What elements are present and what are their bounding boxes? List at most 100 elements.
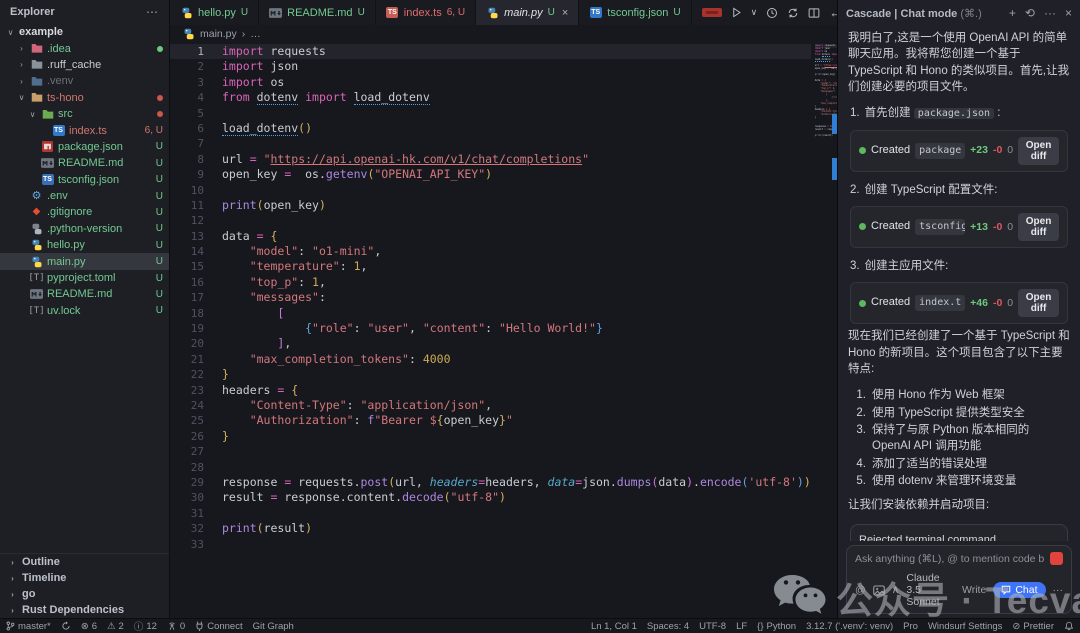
tree-item-tsconfig.json[interactable]: TStsconfig.jsonU: [0, 172, 169, 188]
status-git-graph[interactable]: Git Graph: [253, 621, 294, 632]
sidebar-section-outline[interactable]: ›Outline: [0, 554, 169, 570]
breadcrumb-file[interactable]: main.py: [200, 28, 237, 40]
code-line-31[interactable]: 31: [170, 506, 811, 521]
status-windsurf-settings[interactable]: Windsurf Settings: [928, 621, 1002, 632]
code-line-14[interactable]: 14 "model": "o1-mini",: [170, 244, 811, 259]
chat-input-placeholder[interactable]: Ask anything (⌘L), @ to mention code blo…: [855, 553, 1044, 565]
code-line-15[interactable]: 15 "temperature": 1,: [170, 259, 811, 274]
code-line-30[interactable]: 30result = response.content.decode("utf-…: [170, 490, 811, 505]
code-line-6[interactable]: 6load_dotenv(): [170, 121, 811, 136]
code-line-29[interactable]: 29response = requests.post(url, headers=…: [170, 475, 811, 490]
status-spaces-4[interactable]: Spaces: 4: [647, 621, 689, 632]
code-line-26[interactable]: 26}: [170, 429, 811, 444]
open-diff-button[interactable]: Open diff: [1018, 213, 1059, 241]
tree-item-.venv[interactable]: ›.venv: [0, 73, 169, 89]
status-2[interactable]: ⚠2: [107, 621, 124, 632]
clock-icon[interactable]: [766, 7, 778, 19]
code-line-9[interactable]: 9open_key = os.getenv("OPENAI_API_KEY"): [170, 167, 811, 182]
tree-item-src[interactable]: ∨src: [0, 106, 169, 122]
code-line-1[interactable]: 1import requests: [170, 44, 811, 59]
tree-item-.env[interactable]: ⚙.envU: [0, 188, 169, 204]
code-line-32[interactable]: 32print(result): [170, 521, 811, 536]
status-prettier[interactable]: ⊘Prettier: [1012, 621, 1054, 632]
code-line-21[interactable]: 21 "max_completion_tokens": 4000: [170, 352, 811, 367]
code-line-3[interactable]: 3import os: [170, 75, 811, 90]
tree-item-.idea[interactable]: ›.idea: [0, 40, 169, 56]
sidebar-section-rust-dependencies[interactable]: ›Rust Dependencies: [0, 602, 169, 618]
status-sync[interactable]: [61, 621, 71, 631]
split-icon[interactable]: [808, 7, 820, 19]
status-lf[interactable]: LF: [736, 621, 747, 632]
status-ln-1-col-1[interactable]: Ln 1, Col 1: [591, 621, 637, 632]
chat-input-box[interactable]: Ask anything (⌘L), @ to mention code blo…: [846, 545, 1072, 614]
code-line-28[interactable]: 28: [170, 460, 811, 475]
close-icon[interactable]: ×: [562, 7, 568, 19]
status-12[interactable]: ⓘ12: [134, 619, 157, 633]
sidebar-section-timeline[interactable]: ›Timeline: [0, 570, 169, 586]
code-line-24[interactable]: 24 "Content-Type": "application/json",: [170, 398, 811, 413]
image-attach-icon[interactable]: [873, 585, 885, 596]
write-mode-button[interactable]: Write: [962, 584, 986, 596]
close-icon[interactable]: ×: [1065, 6, 1072, 20]
chat-more-icon[interactable]: ···: [1053, 584, 1064, 596]
code-lines[interactable]: 1import requests2import json3import os4f…: [170, 42, 811, 618]
code-line-13[interactable]: 13data = {: [170, 229, 811, 244]
tree-item-README.md[interactable]: README.mdU: [0, 155, 169, 171]
tree-item-main.py[interactable]: main.pyU: [0, 253, 169, 269]
model-selector[interactable]: Claude 3.5 Sonnet: [906, 572, 955, 608]
code-line-33[interactable]: 33: [170, 537, 811, 552]
breadcrumb[interactable]: main.py › …: [170, 25, 837, 42]
more-icon[interactable]: ···: [1044, 6, 1056, 20]
status-master[interactable]: master*: [6, 621, 51, 632]
breadcrumb-more[interactable]: …: [250, 28, 261, 40]
code-line-4[interactable]: 4from dotenv import load_dotenv: [170, 90, 811, 105]
status-0[interactable]: 0: [167, 621, 185, 632]
code-line-25[interactable]: 25 "Authorization": f"Bearer ${open_key}…: [170, 413, 811, 428]
status-connect[interactable]: Connect: [195, 621, 242, 632]
tree-item-hello.py[interactable]: hello.pyU: [0, 237, 169, 253]
tab-main.py[interactable]: main.pyU×: [476, 0, 579, 25]
tree-item-.python-version[interactable]: .python-versionU: [0, 221, 169, 237]
tree-item-uv.lock[interactable]: [T]uv.lockU: [0, 303, 169, 319]
explorer-more-icon[interactable]: ⋯: [146, 5, 159, 19]
code-line-18[interactable]: 18 [: [170, 306, 811, 321]
status-6[interactable]: ⊗6: [81, 621, 97, 632]
code-editor[interactable]: 1import requests2import json3import os4f…: [170, 42, 837, 618]
open-diff-button[interactable]: Open diff: [1018, 137, 1059, 165]
code-line-19[interactable]: 19 {"role": "user", "content": "Hello Wo…: [170, 321, 811, 336]
code-line-11[interactable]: 11print(open_key): [170, 198, 811, 213]
tree-item-README.md[interactable]: README.mdU: [0, 286, 169, 302]
tree-item-ts-hono[interactable]: ∨ts-hono: [0, 90, 169, 106]
tree-item-package.json[interactable]: package.jsonU: [0, 139, 169, 155]
tree-item-example[interactable]: ∨example: [0, 24, 169, 40]
history-icon[interactable]: ⟲: [1025, 6, 1035, 20]
model-caret-icon[interactable]: ∧: [892, 584, 900, 596]
code-line-23[interactable]: 23headers = {: [170, 383, 811, 398]
loop-icon[interactable]: [787, 7, 799, 19]
code-line-2[interactable]: 2import json: [170, 59, 811, 74]
tab-hello.py[interactable]: hello.pyU: [170, 0, 259, 25]
tree-item-.ruff_cache[interactable]: ›.ruff_cache: [0, 57, 169, 73]
tree-item-index.ts[interactable]: TSindex.ts6, U: [0, 122, 169, 138]
code-line-17[interactable]: 17 "messages":: [170, 290, 811, 305]
status-bell[interactable]: [1064, 621, 1074, 631]
code-line-22[interactable]: 22}: [170, 367, 811, 382]
tab-README.md[interactable]: README.mdU: [259, 0, 376, 25]
chev-down-icon[interactable]: ∨: [751, 7, 758, 18]
status-utf-8[interactable]: UTF-8: [699, 621, 726, 632]
code-line-12[interactable]: 12: [170, 213, 811, 228]
tree-item-.gitignore[interactable]: ◆.gitignoreU: [0, 204, 169, 220]
stop-button[interactable]: [1050, 552, 1063, 565]
code-line-7[interactable]: 7: [170, 136, 811, 151]
code-line-10[interactable]: 10: [170, 183, 811, 198]
code-line-8[interactable]: 8url = "https://api.openai-hk.com/v1/cha…: [170, 152, 811, 167]
tab-tsconfig.json[interactable]: TStsconfig.jsonU: [579, 0, 691, 25]
tab-index.ts[interactable]: TSindex.ts6, U: [376, 0, 476, 25]
play-icon[interactable]: [731, 7, 742, 18]
code-line-20[interactable]: 20 ],: [170, 336, 811, 351]
status-3-12-7-venv-venv[interactable]: 3.12.7 ('.venv': venv): [806, 621, 893, 632]
chat-mode-button[interactable]: Chat: [993, 582, 1045, 598]
status-python[interactable]: {}Python: [757, 621, 796, 632]
sidebar-section-go[interactable]: ›go: [0, 586, 169, 602]
status-pro[interactable]: Pro: [903, 621, 918, 632]
